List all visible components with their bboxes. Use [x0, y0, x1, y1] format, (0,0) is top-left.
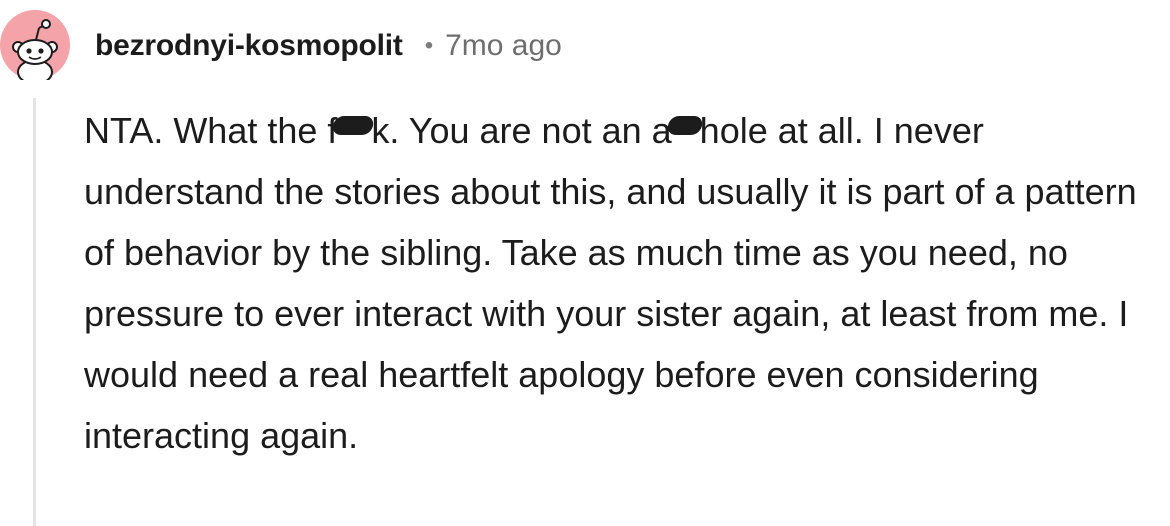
- comment-text-part-2: k. You are not an a: [371, 110, 672, 151]
- username-link[interactable]: bezrodnyi-kosmopolit: [95, 29, 403, 63]
- comment-text-part-3: hole at all. I never understand the stor…: [84, 110, 1137, 456]
- meta-separator: •: [424, 32, 434, 59]
- comment-header: bezrodnyi-kosmopolit • 7mo ago: [95, 24, 562, 68]
- comment-text-part-1: NTA. What the f: [84, 110, 338, 151]
- redaction-mark: [331, 116, 376, 135]
- reddit-snoo-icon: [0, 10, 70, 85]
- thread-collapse-line[interactable]: [33, 98, 36, 526]
- comment-timestamp[interactable]: 7mo ago: [445, 29, 562, 63]
- comment: bezrodnyi-kosmopolit • 7mo ago NTA. What…: [0, 0, 1170, 526]
- comment-body: NTA. What the f k. You are not an a hole a…: [84, 100, 1164, 466]
- redaction-mark: [665, 116, 704, 135]
- user-avatar[interactable]: [0, 10, 70, 85]
